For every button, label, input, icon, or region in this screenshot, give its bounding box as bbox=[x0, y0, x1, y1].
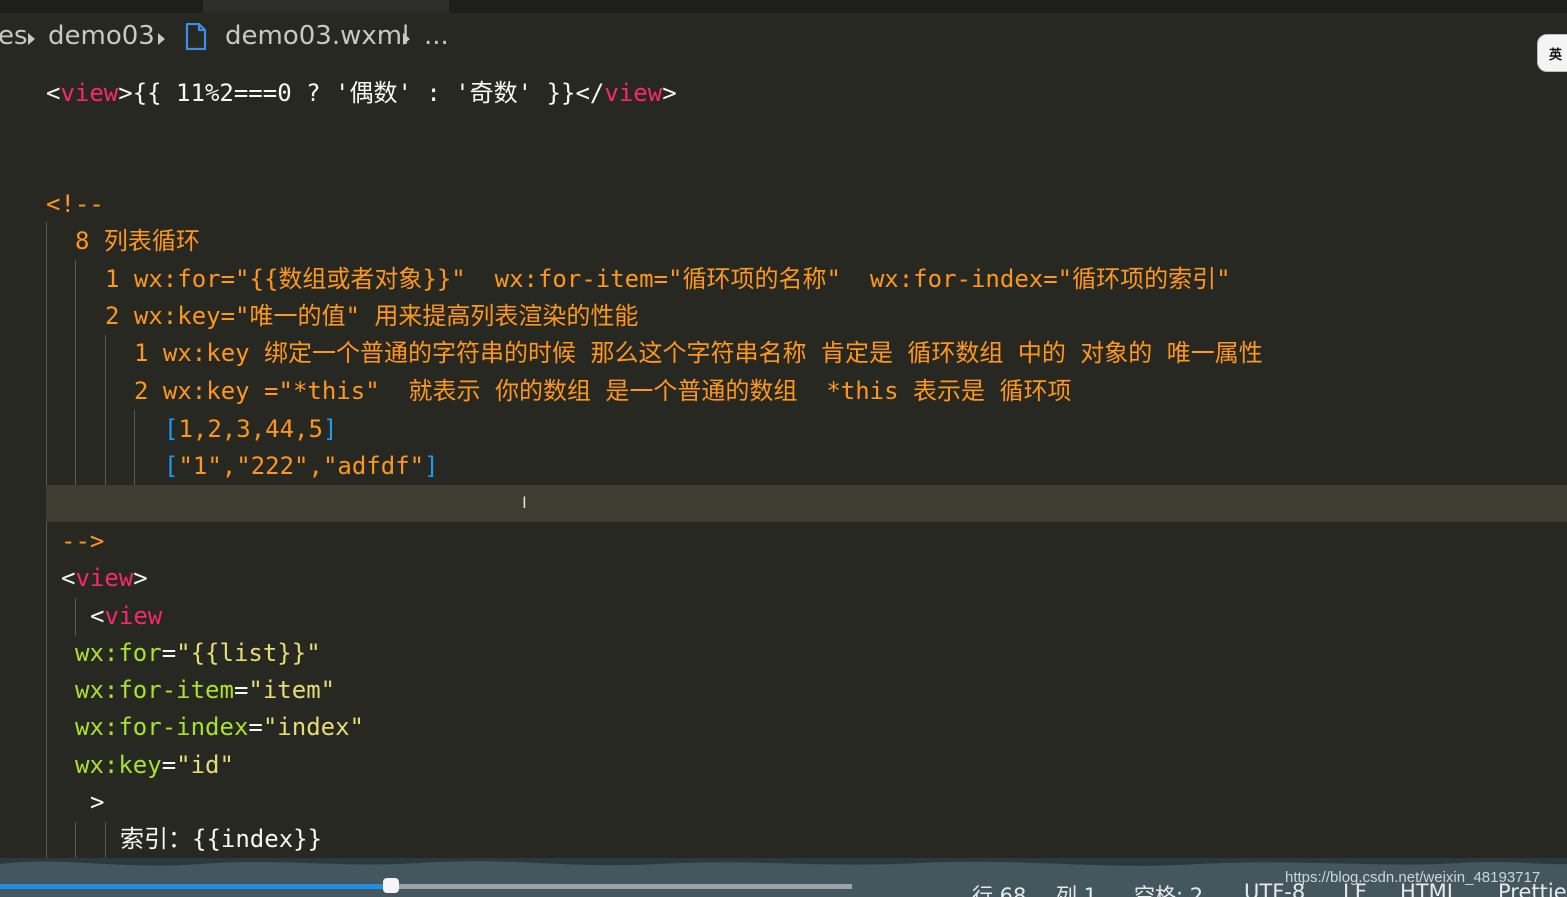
code-line[interactable]: wx:for-item="item" bbox=[75, 672, 335, 709]
code-line[interactable]: <view>{{ 11%2===0 ? '偶数' : '奇数' }}</view… bbox=[46, 75, 677, 112]
code-token: < bbox=[61, 564, 76, 592]
indent-guide bbox=[105, 335, 106, 485]
breadcrumb-item-more[interactable]: ... bbox=[424, 21, 449, 51]
chevron-right-icon bbox=[158, 33, 165, 45]
attribute-value: "index" bbox=[262, 713, 364, 741]
bracket: [ bbox=[164, 415, 179, 443]
code-token: = bbox=[248, 713, 263, 741]
code-token: view bbox=[104, 602, 163, 630]
attribute-name: wx:for-index bbox=[75, 713, 249, 741]
attribute-name: wx:for-item bbox=[75, 676, 234, 704]
code-token: view bbox=[75, 564, 134, 592]
code-line[interactable]: wx:for-index="index" bbox=[75, 709, 364, 746]
code-token: < bbox=[90, 602, 105, 630]
code-line[interactable]: <view> bbox=[61, 560, 148, 597]
indent-guide bbox=[75, 822, 76, 858]
attribute-value: "{{list}}" bbox=[176, 639, 321, 667]
code-token: = bbox=[161, 639, 177, 667]
comment-close[interactable]: --> bbox=[61, 523, 104, 560]
code-token: view bbox=[60, 79, 119, 107]
attribute-value: "item" bbox=[248, 676, 336, 704]
status-encoding[interactable]: UTF-8 bbox=[1244, 880, 1305, 897]
code-token: 1,2,3,44,5 bbox=[178, 415, 323, 443]
indent-guide bbox=[134, 410, 135, 485]
breadcrumb-item-folder[interactable]: es bbox=[0, 21, 28, 51]
indent-guide bbox=[75, 598, 76, 636]
comment-open[interactable]: <!-- bbox=[46, 186, 104, 223]
bracket: ] bbox=[322, 415, 338, 443]
comment-line[interactable]: 1 wx:key 绑定一个普通的字符串的时候 那么这个字符串名称 肯定是 循环数… bbox=[134, 335, 1263, 372]
text-cursor-icon: I bbox=[522, 493, 527, 512]
status-formatter[interactable]: Prettier bbox=[1498, 880, 1567, 897]
code-line[interactable]: wx:for="{{list}}" bbox=[75, 635, 321, 672]
indent-guide bbox=[46, 222, 47, 485]
code-token: > bbox=[118, 79, 133, 107]
status-row[interactable]: 行 68 bbox=[972, 880, 1026, 897]
comment-line[interactable]: [1,2,3,44,5] bbox=[164, 411, 337, 448]
code-line[interactable]: > bbox=[90, 784, 104, 821]
code-token: < bbox=[46, 79, 61, 107]
video-progress-fill bbox=[0, 884, 391, 889]
attribute-value: "id" bbox=[176, 751, 234, 779]
code-line[interactable]: wx:key="id" bbox=[75, 747, 234, 784]
status-language[interactable]: HTML bbox=[1400, 880, 1458, 897]
bracket: ] bbox=[424, 452, 439, 480]
file-icon bbox=[185, 23, 207, 50]
video-progress-handle[interactable] bbox=[383, 878, 399, 893]
video-control-bar: https://blog.csdn.net/weixin_48193717 行 … bbox=[0, 858, 1567, 897]
indent-guide bbox=[105, 822, 106, 858]
chevron-right-icon bbox=[28, 33, 35, 45]
code-token: = bbox=[161, 751, 177, 779]
editor-tab[interactable] bbox=[203, 0, 449, 13]
ime-indicator[interactable]: 英 bbox=[1537, 34, 1567, 72]
tab-strip bbox=[0, 0, 1567, 13]
bracket: [ bbox=[164, 452, 179, 480]
comment-line[interactable]: 8 列表循环 bbox=[75, 223, 200, 260]
code-token: </ bbox=[575, 79, 605, 107]
comment-line[interactable]: ["1","222","adfdf"] bbox=[164, 448, 439, 485]
current-line-highlight bbox=[46, 485, 1567, 522]
code-token: {{ 11%2===0 ? '偶数' : '奇数' }} bbox=[132, 79, 576, 107]
code-token: "1","222","adfdf" bbox=[178, 452, 425, 480]
indent-guide bbox=[75, 260, 76, 485]
status-eol[interactable]: LF bbox=[1343, 880, 1367, 897]
breadcrumb: es demo03 demo03.wxml ... bbox=[0, 13, 1567, 59]
status-col[interactable]: 列 1 bbox=[1056, 880, 1097, 897]
code-token: = bbox=[233, 676, 249, 704]
comment-line[interactable]: 2 wx:key="唯一的值" 用来提高列表渲染的性能 bbox=[105, 298, 638, 335]
comment-line[interactable]: 1 wx:for="{{数组或者对象}}" wx:for-item="循环项的名… bbox=[105, 261, 1231, 298]
chevron-right-icon bbox=[403, 33, 410, 45]
breadcrumb-item-file[interactable]: demo03.wxml bbox=[225, 21, 409, 51]
code-token: > bbox=[662, 79, 677, 107]
code-line[interactable]: <view bbox=[90, 598, 162, 635]
attribute-name: wx:key bbox=[75, 751, 162, 779]
attribute-name: wx:for bbox=[75, 639, 162, 667]
code-token: view bbox=[604, 79, 663, 107]
indent-guide bbox=[46, 522, 47, 858]
comment-line[interactable]: 2 wx:key ="*this" 就表示 你的数组 是一个普通的数组 *thi… bbox=[134, 373, 1071, 410]
code-line[interactable]: 索引：{{index}} bbox=[120, 821, 322, 858]
code-token: > bbox=[133, 564, 148, 592]
status-spaces[interactable]: 空格: 2 bbox=[1134, 880, 1203, 897]
breadcrumb-item-demo03[interactable]: demo03 bbox=[48, 21, 155, 51]
